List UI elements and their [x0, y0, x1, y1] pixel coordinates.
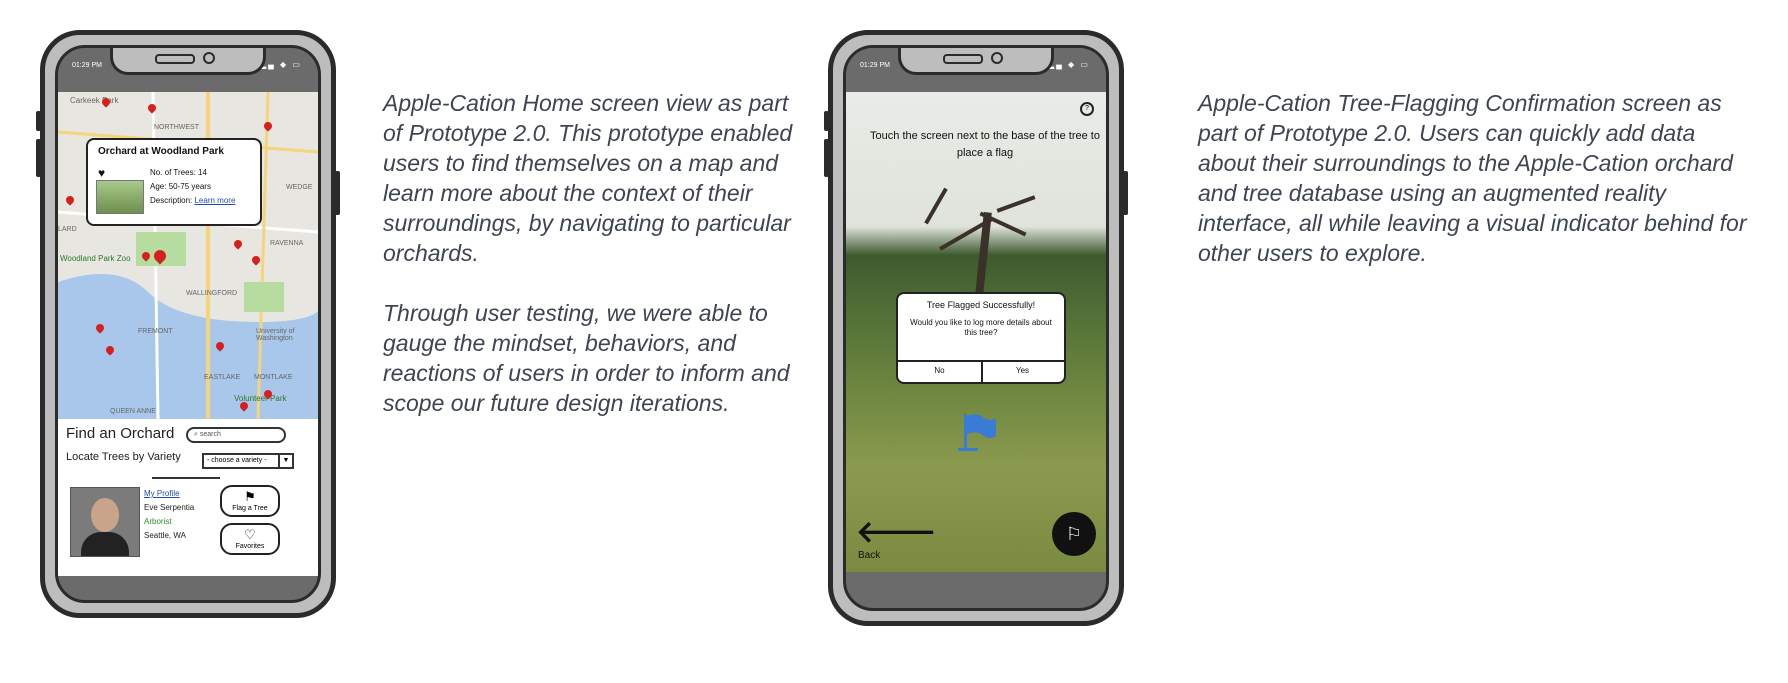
back-label[interactable]: Back: [858, 550, 880, 561]
profile-role: Arborist: [144, 517, 172, 526]
map-label: MONTLAKE: [254, 374, 293, 381]
favorites-button[interactable]: ♡ Favorites: [220, 523, 280, 555]
profile-location: Seattle, WA: [144, 531, 186, 540]
dialog-body: Would you like to log more details about…: [910, 318, 1052, 337]
status-time: 01:29 PM: [860, 62, 890, 69]
flag-outline-icon: ⚐: [1065, 524, 1083, 544]
search-input[interactable]: ⌕ search: [186, 427, 286, 443]
map-label: NORTHWEST: [154, 124, 199, 131]
phone-mockup-flag: 01:29 PM ▂▄ ◆ ▭ ? Touch the screen next …: [824, 30, 1128, 626]
phone-notch: [898, 48, 1054, 75]
avatar-shirt: [81, 532, 129, 556]
home-description-p1: Apple-Cation Home screen view as part of…: [383, 90, 793, 266]
description-row: Description: Learn more: [150, 196, 235, 205]
flag-description-p1: Apple-Cation Tree-Flagging Confirmation …: [1198, 90, 1747, 266]
screen: 01:29 PM ▂▄ ◆ ▭ Carkeek Park NORTHWEST W…: [55, 45, 321, 603]
search-icon: ⌕: [194, 431, 198, 438]
map-label: LARD: [58, 226, 77, 233]
heart-icon[interactable]: ♥: [98, 166, 105, 180]
profile-name: Eve Serpentia: [144, 503, 195, 512]
dialog-title: Tree Flagged Successfully!: [926, 300, 1036, 310]
screen: 01:29 PM ▂▄ ◆ ▭ ? Touch the screen next …: [843, 45, 1109, 611]
camera-icon: [203, 52, 215, 64]
variety-select[interactable]: - choose a variety - ▼: [202, 453, 294, 469]
orchard-thumbnail: [96, 180, 144, 214]
avatar-face: [91, 498, 119, 532]
heart-outline-icon: ♡: [244, 527, 256, 542]
signal-wifi-battery-icon: ▂▄ ◆ ▭: [260, 60, 302, 69]
dialog-buttons: No Yes: [898, 360, 1064, 382]
phone-mockup-home: 01:29 PM ▂▄ ◆ ▭ Carkeek Park NORTHWEST W…: [36, 30, 340, 618]
side-button: [36, 139, 41, 177]
phone-notch: [110, 48, 266, 75]
tree-branch: [996, 195, 1036, 213]
no-button[interactable]: No: [898, 366, 981, 375]
learn-more-link[interactable]: Learn more: [194, 196, 235, 205]
map-label: QUEEN ANNE: [110, 408, 156, 415]
tree-branch: [924, 187, 948, 225]
popup-title: Orchard at Woodland Park: [98, 146, 224, 157]
placed-flag-icon[interactable]: [958, 410, 998, 454]
locate-trees-label: Locate Trees by Variety: [66, 451, 181, 463]
orchard-map[interactable]: Carkeek Park NORTHWEST WEDGE RAVENNA Woo…: [58, 92, 318, 419]
map-label: FREMONT: [138, 328, 173, 335]
chevron-down-icon[interactable]: ▼: [278, 455, 292, 467]
trees-value: 14: [198, 168, 207, 177]
yes-button[interactable]: Yes: [981, 366, 1064, 375]
speaker-icon: [155, 54, 195, 64]
search-placeholder: search: [199, 431, 221, 438]
age-row: Age: 50-75 years: [150, 182, 211, 191]
map-label: RAVENNA: [270, 240, 304, 247]
side-button: [1123, 171, 1128, 215]
ar-camera-view[interactable]: ? Touch the screen next to the base of t…: [846, 92, 1106, 572]
map-label: EASTLAKE: [204, 374, 241, 381]
map-label: WALLINGFORD: [186, 290, 238, 297]
my-profile-link[interactable]: My Profile: [144, 489, 180, 498]
trees-label: No. of Trees:: [150, 168, 196, 177]
status-time: 01:29 PM: [72, 62, 102, 69]
home-description-p2: Through user testing, we were able to ga…: [383, 300, 790, 416]
speaker-icon: [943, 54, 983, 64]
age-label: Age:: [150, 182, 167, 191]
flag-tree-label: Flag a Tree: [232, 505, 268, 512]
signal-wifi-battery-icon: ▂▄ ◆ ▭: [1048, 60, 1090, 69]
flag-icon: ⚑: [244, 489, 256, 504]
flag-tree-button[interactable]: ⚑ Flag a Tree: [220, 485, 280, 517]
side-button: [824, 111, 829, 131]
flag-button[interactable]: ⚐: [1052, 512, 1096, 556]
side-button: [335, 171, 340, 215]
flag-confirmation-dialog: Tree Flagged Successfully! Would you lik…: [896, 292, 1066, 384]
favorites-label: Favorites: [235, 543, 265, 550]
home-description: Apple-Cation Home screen view as part of…: [383, 88, 803, 448]
trees-row: No. of Trees: 14: [150, 168, 207, 177]
camera-icon: [991, 52, 1003, 64]
variety-selected: - choose a variety -: [207, 457, 267, 464]
avatar[interactable]: [70, 487, 140, 557]
divider: [152, 477, 220, 479]
instruction-text: Touch the screen next to the base of the…: [870, 130, 1100, 159]
age-value: 50-75 years: [168, 182, 211, 191]
side-button: [36, 111, 41, 131]
description-label: Description:: [150, 196, 193, 205]
map-label: Carkeek Park: [70, 96, 119, 105]
map-label: WEDGE: [286, 184, 313, 191]
back-arrow-icon[interactable]: 🡐: [856, 514, 936, 550]
side-button: [824, 139, 829, 177]
map-label: University of Washington: [256, 328, 295, 342]
help-icon[interactable]: ?: [1080, 102, 1094, 116]
orchard-popup[interactable]: Orchard at Woodland Park ♥ No. of Trees:…: [86, 138, 262, 226]
flag-description: Apple-Cation Tree-Flagging Confirmation …: [1198, 88, 1758, 298]
find-orchard-label: Find an Orchard: [66, 425, 175, 442]
bottom-panel: Find an Orchard ⌕ search Locate Trees by…: [58, 419, 318, 576]
map-label: Woodland Park Zoo: [60, 254, 131, 263]
